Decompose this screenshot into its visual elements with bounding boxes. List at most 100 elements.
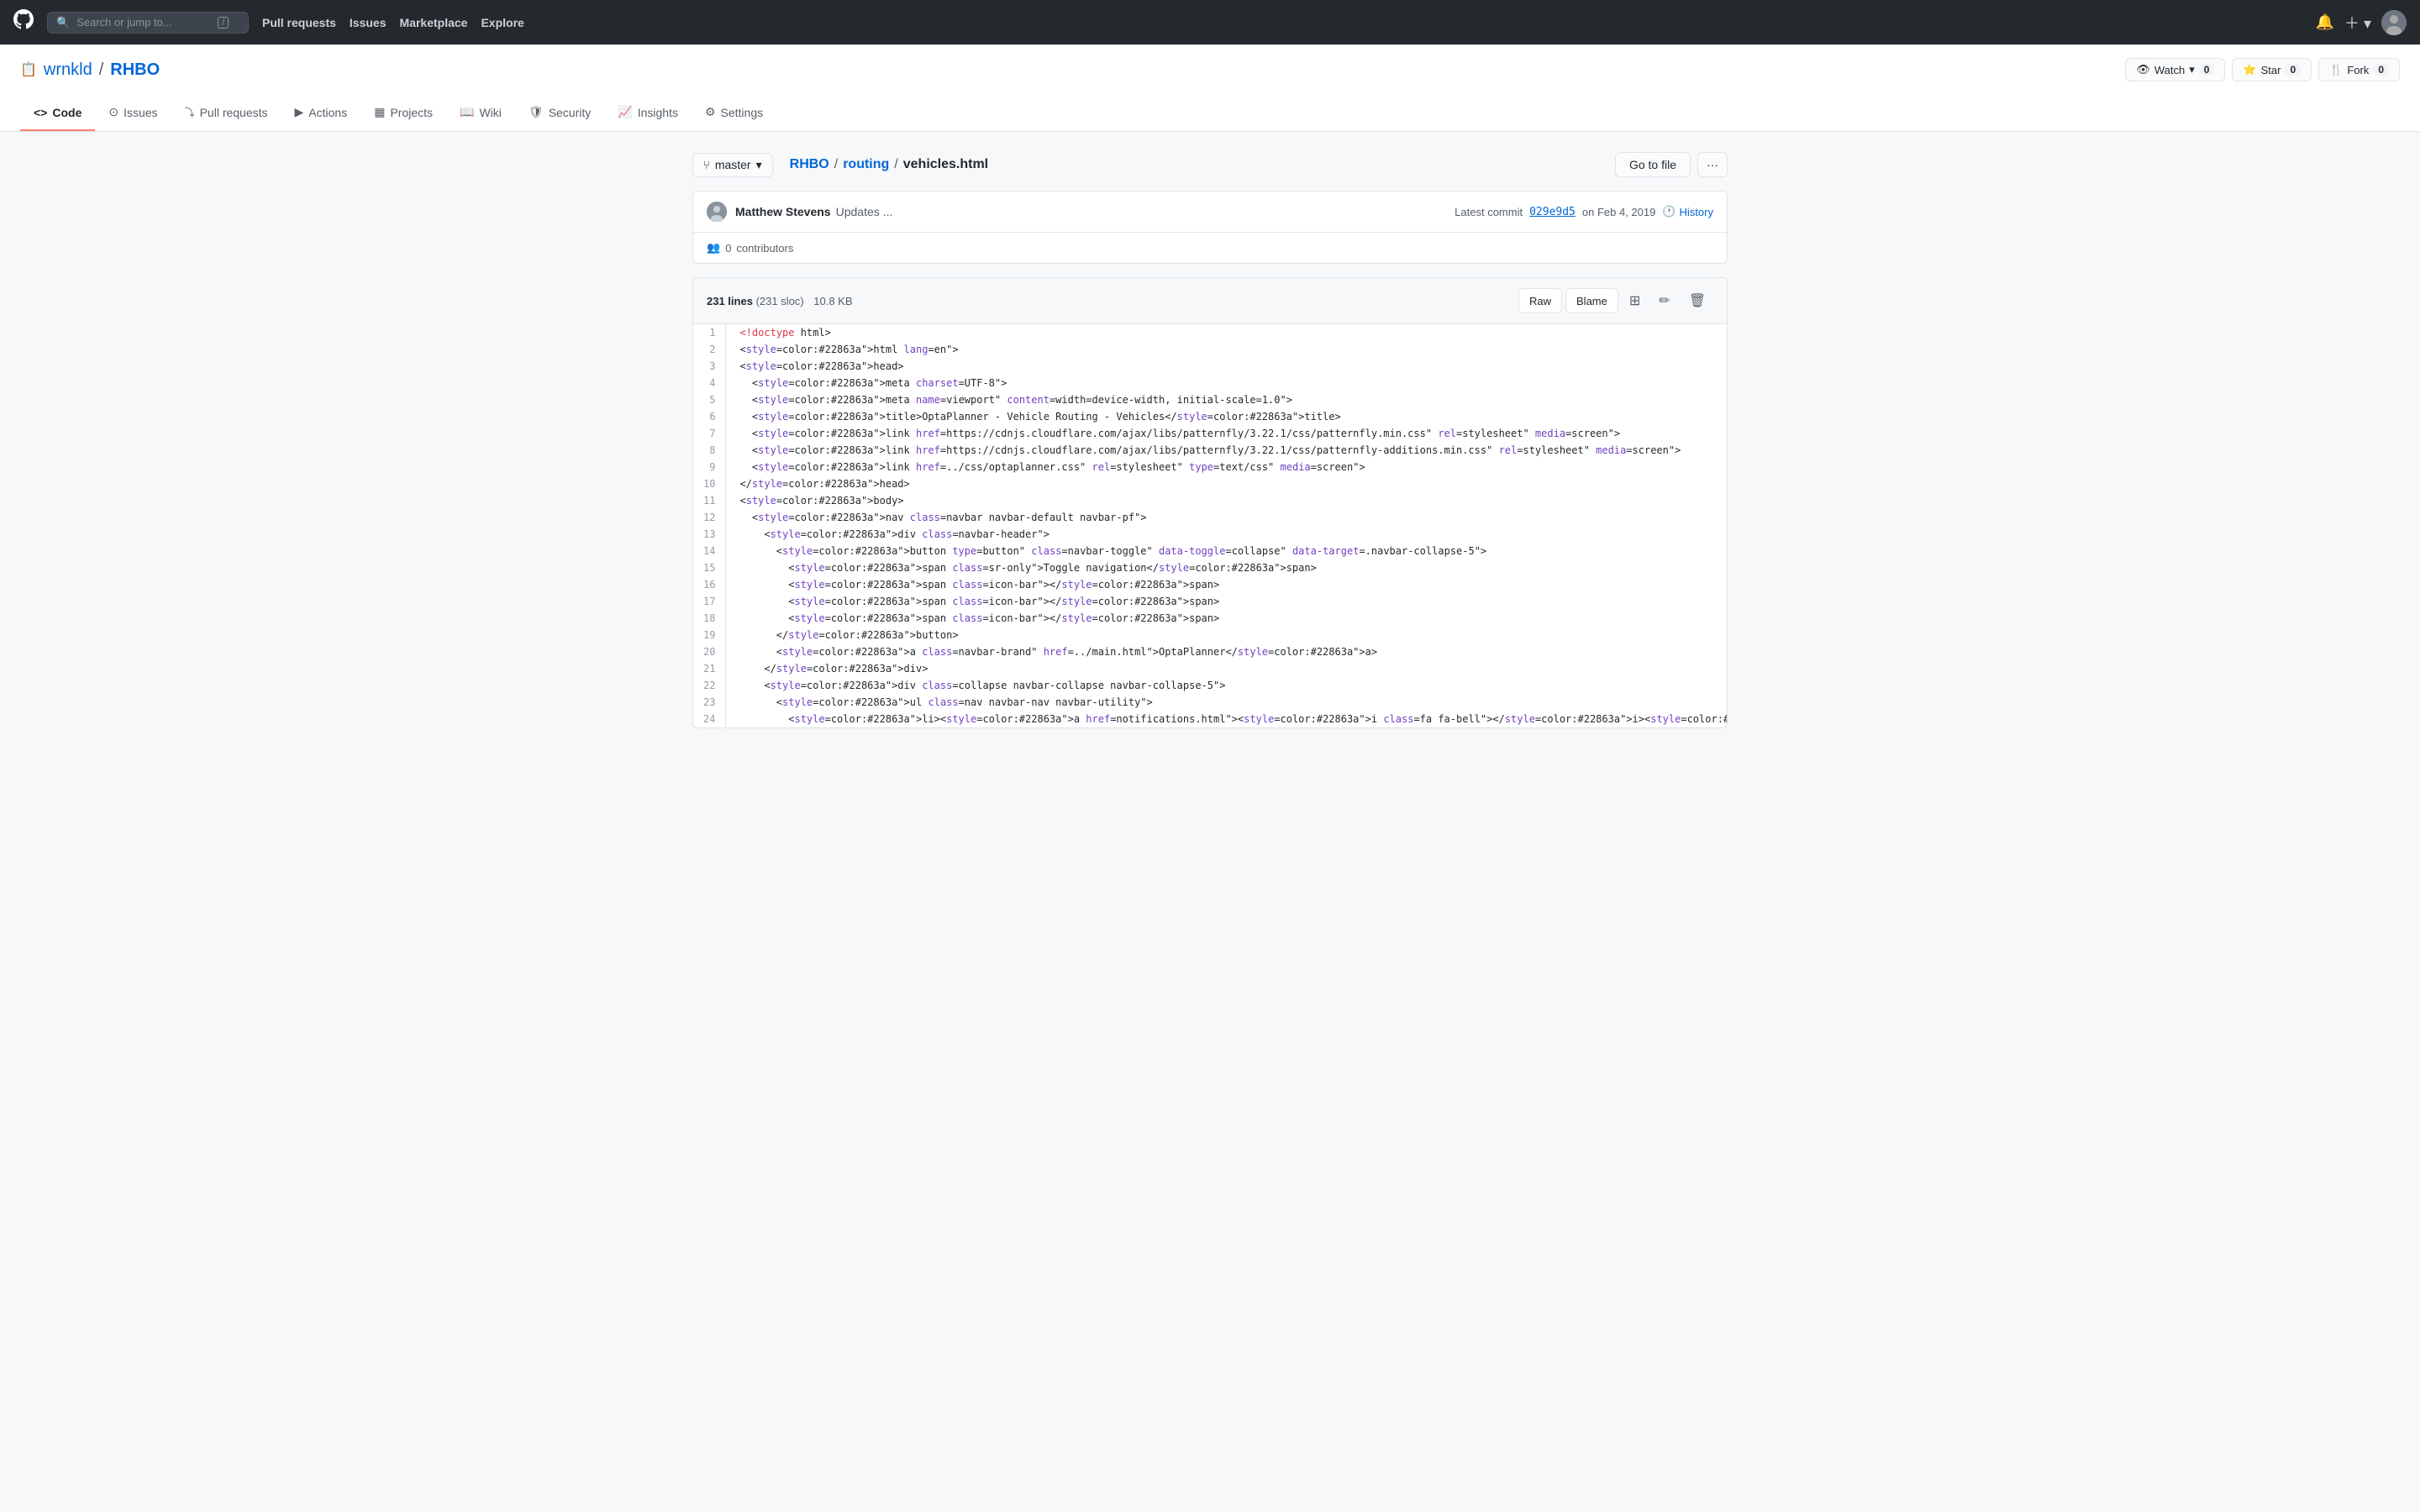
search-input[interactable] xyxy=(76,16,211,29)
line-number: 24 xyxy=(693,711,726,727)
repo-owner-link[interactable]: wrnkld xyxy=(44,60,92,80)
tab-code[interactable]: <> Code xyxy=(20,95,95,131)
history-label: History xyxy=(1680,206,1713,218)
watch-button[interactable]: 👁 Watch ▾ 0 xyxy=(2125,58,2225,81)
blame-button[interactable]: Blame xyxy=(1565,288,1618,313)
settings-icon: ⚙ xyxy=(705,105,716,119)
create-new-button[interactable]: ＋ ▾ xyxy=(2344,12,2371,34)
search-icon: 🔍 xyxy=(56,16,70,29)
breadcrumb-file: vehicles.html xyxy=(903,157,988,172)
line-code: <style=color:#22863a">button type=button… xyxy=(726,543,1727,559)
avatar[interactable] xyxy=(2381,10,2407,35)
search-box[interactable]: 🔍 / xyxy=(47,12,249,34)
tab-actions[interactable]: ▶ Actions xyxy=(281,95,361,131)
edit-file-button[interactable]: ✏ xyxy=(1651,288,1677,313)
title-separator: / xyxy=(99,60,104,80)
go-to-file-button[interactable]: Go to file xyxy=(1615,152,1691,177)
notifications-bell[interactable]: 🔔 xyxy=(2316,13,2334,31)
line-code: <style=color:#22863a">a class=navbar-bra… xyxy=(726,643,1727,660)
line-code: <style=color:#22863a">body> xyxy=(726,492,1727,509)
line-code: <style=color:#22863a">link href=https://… xyxy=(726,442,1727,459)
star-button[interactable]: ⭐ Star 0 xyxy=(2232,58,2312,81)
line-number: 20 xyxy=(693,643,726,660)
line-number: 18 xyxy=(693,610,726,627)
file-navigation: ⑂ master ▾ RHBO / routing / vehicles.htm… xyxy=(692,152,1728,177)
line-number: 16 xyxy=(693,576,726,593)
star-label: Star xyxy=(2261,64,2281,76)
desktop-view-button[interactable]: ⊞ xyxy=(1622,288,1648,313)
line-code: <!doctype html> xyxy=(726,324,1727,341)
table-row: 12 <style=color:#22863a">nav class=navba… xyxy=(693,509,1727,526)
line-number: 2 xyxy=(693,341,726,358)
insights-icon: 📈 xyxy=(618,105,632,119)
table-row: 3<style=color:#22863a">head> xyxy=(693,358,1727,375)
history-link[interactable]: 🕐 History xyxy=(1662,205,1713,218)
breadcrumb-folder-link[interactable]: routing xyxy=(843,157,889,172)
line-number: 22 xyxy=(693,677,726,694)
tab-issues[interactable]: ⊙ Issues xyxy=(95,95,171,131)
commit-hash-link[interactable]: 029e9d5 xyxy=(1529,206,1576,218)
table-row: 11<style=color:#22863a">body> xyxy=(693,492,1727,509)
table-row: 24 <style=color:#22863a">li><style=color… xyxy=(693,711,1727,727)
line-code: <style=color:#22863a">li><style=color:#2… xyxy=(726,711,1727,727)
contributors-label: contributors xyxy=(736,242,793,255)
tab-settings[interactable]: ⚙ Settings xyxy=(692,95,776,131)
file-viewer-actions: Raw Blame ⊞ ✏ 🗑 xyxy=(1518,288,1713,313)
line-code: <style=color:#22863a">span class=icon-ba… xyxy=(726,576,1727,593)
tab-wiki[interactable]: 📖 Wiki xyxy=(446,95,515,131)
main-content: ⑂ master ▾ RHBO / routing / vehicles.htm… xyxy=(672,132,1748,748)
file-sloc: (231 sloc) xyxy=(756,295,804,307)
more-options-button[interactable]: ··· xyxy=(1697,152,1728,177)
line-code: <style=color:#22863a">head> xyxy=(726,358,1727,375)
tab-security[interactable]: 🛡 Security xyxy=(515,95,604,131)
top-nav-right: 🔔 ＋ ▾ xyxy=(2316,10,2407,35)
branch-selector[interactable]: ⑂ master ▾ xyxy=(692,153,773,177)
tab-insights[interactable]: 📈 Insights xyxy=(604,95,692,131)
top-navigation: 🔍 / Pull requests Issues Marketplace Exp… xyxy=(0,0,2420,45)
repo-title-row: 📋 wrnkld / RHBO 👁 Watch ▾ 0 ⭐ Star 0 🍴 F… xyxy=(20,58,2400,81)
file-action-buttons: Go to file ··· xyxy=(1615,152,1728,177)
repo-icon: 📋 xyxy=(20,61,37,78)
star-icon: ⭐ xyxy=(2243,63,2256,76)
breadcrumb-sep-1: / xyxy=(834,157,838,172)
nav-issues[interactable]: Issues xyxy=(350,16,387,29)
fork-icon: 🍴 xyxy=(2329,63,2343,76)
line-number: 10 xyxy=(693,475,726,492)
line-number: 11 xyxy=(693,492,726,509)
history-icon: 🕐 xyxy=(1662,205,1676,218)
table-row: 17 <style=color:#22863a">span class=icon… xyxy=(693,593,1727,610)
breadcrumb-repo-link[interactable]: RHBO xyxy=(790,157,829,172)
fork-button[interactable]: 🍴 Fork 0 xyxy=(2318,58,2400,81)
commit-dots[interactable]: ... xyxy=(883,205,893,218)
table-row: 9 <style=color:#22863a">link href=../css… xyxy=(693,459,1727,475)
star-count: 0 xyxy=(2285,64,2301,76)
table-row: 13 <style=color:#22863a">div class=navba… xyxy=(693,526,1727,543)
nav-marketplace[interactable]: Marketplace xyxy=(400,16,468,29)
contributors-count: 0 xyxy=(725,242,731,255)
tab-pull-requests[interactable]: ⤵ Pull requests xyxy=(171,95,281,131)
line-number: 12 xyxy=(693,509,726,526)
line-code: <style=color:#22863a">ul class=nav navba… xyxy=(726,694,1727,711)
fork-count: 0 xyxy=(2373,64,2389,76)
raw-button[interactable]: Raw xyxy=(1518,288,1562,313)
latest-commit-label: Latest commit xyxy=(1455,206,1523,218)
nav-explore[interactable]: Explore xyxy=(481,16,523,29)
table-row: 15 <style=color:#22863a">span class=sr-o… xyxy=(693,559,1727,576)
delete-file-button[interactable]: 🗑 xyxy=(1681,288,1713,313)
line-code: </style=color:#22863a">button> xyxy=(726,627,1727,643)
github-logo[interactable] xyxy=(13,9,34,35)
table-row: 19 </style=color:#22863a">button> xyxy=(693,627,1727,643)
repo-name-link[interactable]: RHBO xyxy=(110,60,160,80)
line-number: 1 xyxy=(693,324,726,341)
table-row: 2<style=color:#22863a">html lang=en"> xyxy=(693,341,1727,358)
table-row: 22 <style=color:#22863a">div class=colla… xyxy=(693,677,1727,694)
code-table: 1<!doctype html>2<style=color:#22863a">h… xyxy=(693,324,1727,727)
watch-dropdown-icon: ▾ xyxy=(2189,63,2195,76)
line-number: 4 xyxy=(693,375,726,391)
commit-box: Matthew Stevens Updates ... Latest commi… xyxy=(692,191,1728,264)
issue-icon: ⊙ xyxy=(108,105,118,119)
tab-projects[interactable]: ▦ Projects xyxy=(360,95,446,131)
line-number: 6 xyxy=(693,408,726,425)
line-number: 21 xyxy=(693,660,726,677)
nav-pull-requests[interactable]: Pull requests xyxy=(262,16,336,29)
